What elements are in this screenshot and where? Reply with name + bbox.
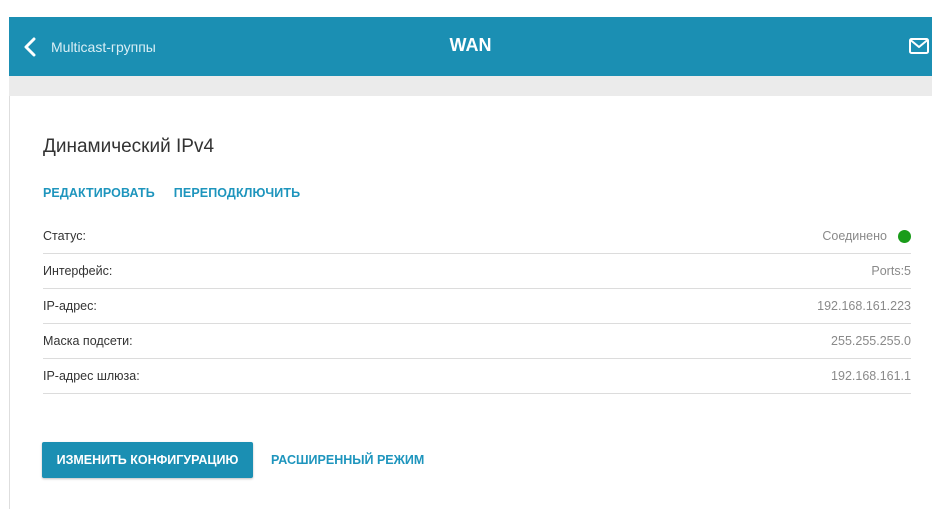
- mail-icon[interactable]: [908, 36, 930, 56]
- connection-type-title: Динамический IPv4: [43, 136, 215, 157]
- status-text: Соединено: [822, 229, 887, 243]
- gateway-row: IP-адрес шлюза: 192.168.161.1: [43, 359, 911, 394]
- row-value: 192.168.161.1: [831, 369, 911, 383]
- header-bar: Multicast-группы WAN: [9, 17, 932, 76]
- edit-link[interactable]: РЕДАКТИРОВАТЬ: [43, 186, 155, 200]
- status-row: Статус: Соединено: [43, 219, 911, 254]
- connection-actions: РЕДАКТИРОВАТЬ ПЕРЕПОДКЛЮЧИТЬ: [43, 186, 300, 200]
- row-value: 192.168.161.223: [817, 299, 911, 313]
- reconnect-link[interactable]: ПЕРЕПОДКЛЮЧИТЬ: [174, 186, 300, 200]
- row-label: Статус:: [43, 229, 86, 243]
- ip-address-row: IP-адрес: 192.168.161.223: [43, 289, 911, 324]
- chevron-left-icon: [23, 37, 43, 57]
- change-config-button[interactable]: ИЗМЕНИТЬ КОНФИГУРАЦИЮ: [42, 442, 253, 478]
- sub-header-strip: [9, 76, 932, 96]
- advanced-mode-link[interactable]: РАСШИРЕННЫЙ РЕЖИМ: [271, 442, 424, 478]
- row-label: IP-адрес шлюза:: [43, 369, 140, 383]
- row-value: 255.255.255.0: [831, 334, 911, 348]
- page: Multicast-группы WAN Динамический IPv4 Р…: [0, 0, 932, 509]
- back-label: Multicast-группы: [51, 38, 156, 55]
- top-spacer: [0, 0, 932, 17]
- row-label: IP-адрес:: [43, 299, 97, 313]
- connection-info-table: Статус: Соединено Интерфейс: Ports:5 IP-…: [43, 219, 911, 394]
- subnet-mask-row: Маска подсети: 255.255.255.0: [43, 324, 911, 359]
- interface-row: Интерфейс: Ports:5: [43, 254, 911, 289]
- row-label: Интерфейс:: [43, 264, 113, 278]
- back-button[interactable]: Multicast-группы: [23, 17, 156, 76]
- row-value: Соединено: [822, 219, 911, 253]
- row-value: Ports:5: [871, 264, 911, 278]
- status-indicator-icon: [898, 229, 911, 243]
- row-label: Маска подсети:: [43, 334, 133, 348]
- content-left-border: [9, 96, 10, 509]
